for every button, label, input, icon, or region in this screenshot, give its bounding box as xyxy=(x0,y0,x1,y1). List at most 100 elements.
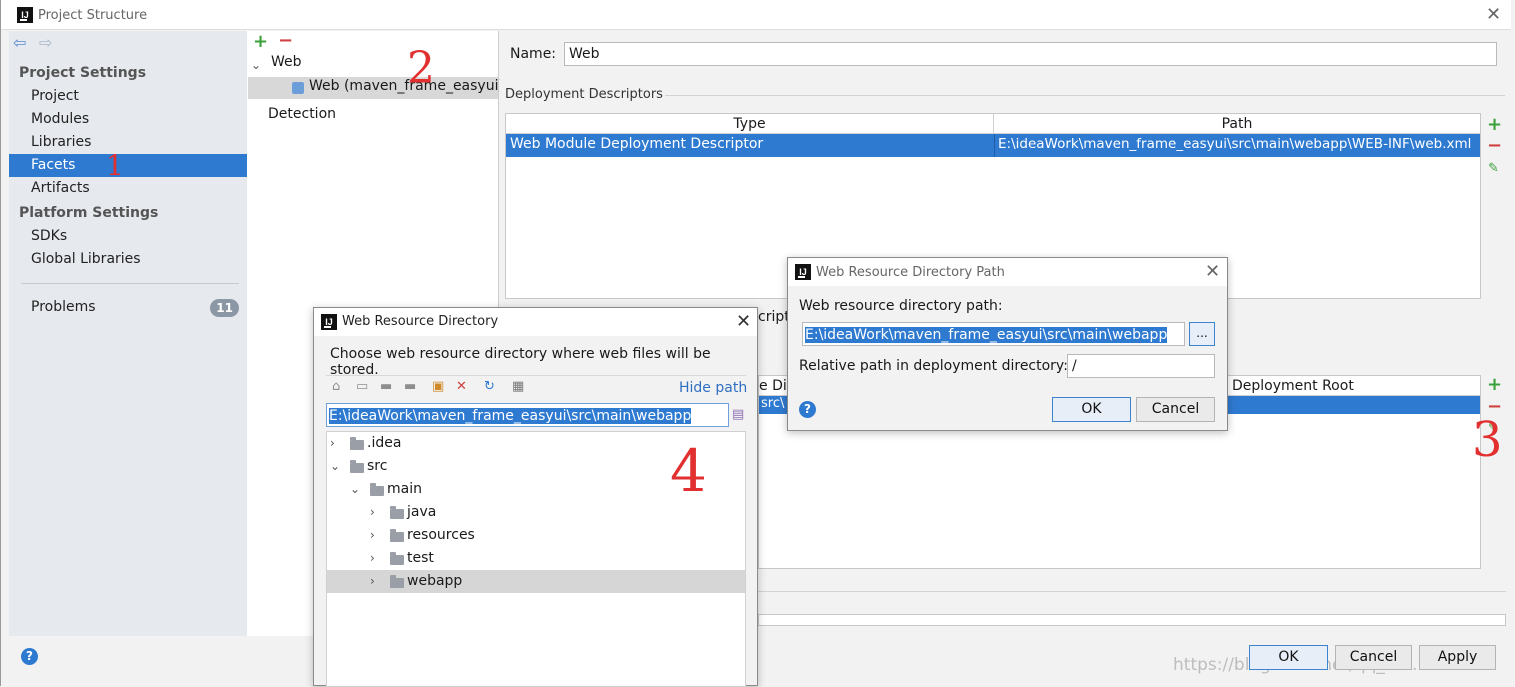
chevron-down-icon[interactable]: ⌄ xyxy=(350,478,360,501)
add-facet-icon[interactable]: + xyxy=(253,33,268,51)
deployment-descriptors-label: Deployment Descriptors xyxy=(505,87,663,102)
history-icon[interactable]: ▤ xyxy=(732,407,744,422)
browse-button[interactable]: ... xyxy=(1189,322,1215,346)
section-divider xyxy=(665,95,1505,96)
chevron-right-icon[interactable]: › xyxy=(370,547,375,570)
dialog-title: Web Resource Directory xyxy=(342,314,499,329)
tree-node-web-module[interactable]: Web (maven_frame_easyui) xyxy=(248,77,504,99)
directory-path-text: E:\ideaWork\maven_frame_easyui\src\main\… xyxy=(329,408,692,424)
relative-path-input[interactable]: / xyxy=(1067,354,1215,378)
add-descriptor-icon[interactable]: + xyxy=(1487,116,1502,134)
apply-button[interactable]: Apply xyxy=(1419,645,1496,670)
dialog-title: Web Resource Directory Path xyxy=(816,265,1005,280)
column-header-type[interactable]: Type xyxy=(506,114,994,134)
hide-path-link[interactable]: Hide path xyxy=(679,380,747,396)
folder-icon xyxy=(390,575,404,588)
tree-node-web[interactable]: Web xyxy=(271,54,302,70)
ok-button[interactable]: OK xyxy=(1249,645,1328,670)
bottom-field xyxy=(758,614,1506,626)
sidebar-item-artifacts[interactable]: Artifacts xyxy=(9,177,247,200)
chevron-right-icon[interactable]: › xyxy=(370,501,375,524)
remove-facet-icon[interactable]: − xyxy=(278,32,293,50)
annotation-3: 3 xyxy=(1472,412,1503,468)
dialog-ok-button[interactable]: OK xyxy=(1052,397,1131,422)
folder-icon xyxy=(350,460,364,473)
bottom-divider xyxy=(758,591,1506,592)
folder-icon xyxy=(390,506,404,519)
home-icon[interactable]: ⌂ xyxy=(332,379,340,394)
chevron-right-icon[interactable]: › xyxy=(370,570,375,593)
dialog-cancel-button[interactable]: Cancel xyxy=(1136,397,1215,422)
sidebar-item-modules[interactable]: Modules xyxy=(9,108,247,131)
chevron-down-icon[interactable]: ⌄ xyxy=(251,58,261,72)
tree-node-test[interactable]: › test xyxy=(327,547,745,570)
sidebar-item-project[interactable]: Project xyxy=(9,85,247,108)
delete-icon[interactable]: ✕ xyxy=(456,379,467,394)
tree-node-resources[interactable]: › resources xyxy=(327,524,745,547)
descriptor-path-cell: E:\ideaWork\maven_frame_easyui\src\main\… xyxy=(998,136,1472,152)
tree-node-label: main xyxy=(387,481,422,497)
back-arrow-icon[interactable]: ⇦ xyxy=(13,33,26,52)
file-chooser-toolbar: ⌂ ▭ ▬ ▬ ▣ ✕ ↻ ▦ xyxy=(328,379,558,399)
remove-descriptor-icon[interactable]: − xyxy=(1487,137,1502,155)
directory-path-input[interactable]: E:\ideaWork\maven_frame_easyui\src\main\… xyxy=(326,403,729,427)
web-facet-icon xyxy=(292,82,304,94)
sidebar-item-facets[interactable]: Facets xyxy=(9,154,247,177)
show-hidden-icon[interactable]: ▦ xyxy=(512,379,524,394)
resource-dir-cell: src\ xyxy=(761,396,785,411)
sidebar-item-problems[interactable]: Problems 11 xyxy=(9,296,247,319)
tree-node-label: src xyxy=(367,458,388,474)
table-row[interactable]: Web Module Deployment Descriptor E:\idea… xyxy=(506,134,1480,157)
cell-divider xyxy=(994,134,995,157)
web-resource-path-text: E:\ideaWork\maven_frame_easyui\src\main\… xyxy=(805,327,1168,343)
web-resource-path-input[interactable]: E:\ideaWork\maven_frame_easyui\src\main\… xyxy=(802,322,1185,346)
folder-icon xyxy=(390,529,404,542)
project-structure-window: IJ Project Structure ✕ ⇦ ⇨ Project Setti… xyxy=(0,0,1515,687)
new-folder-icon[interactable]: ▣ xyxy=(432,379,444,394)
close-icon[interactable]: ✕ xyxy=(736,313,751,331)
tree-node-label: .idea xyxy=(367,435,402,451)
project-settings-header: Project Settings xyxy=(19,65,147,81)
folder-icon xyxy=(350,437,364,450)
chevron-right-icon[interactable]: › xyxy=(370,524,375,547)
chevron-down-icon[interactable]: ⌄ xyxy=(330,455,340,478)
path-label: Web resource directory path: xyxy=(799,298,1003,314)
column-header-deployment-root[interactable]: Deployment Root xyxy=(1224,376,1480,396)
web-resource-directory-dialog: IJ Web Resource Directory ✕ Choose web r… xyxy=(313,307,758,687)
name-label: Name: xyxy=(510,46,557,62)
project-folder-icon[interactable]: ▬ xyxy=(380,379,392,394)
chevron-right-icon[interactable]: › xyxy=(330,432,335,455)
module-folder-icon[interactable]: ▬ xyxy=(404,379,416,394)
column-header-path[interactable]: Path xyxy=(994,114,1480,134)
close-icon[interactable]: ✕ xyxy=(1205,263,1220,281)
annotation-4: 4 xyxy=(670,437,707,505)
forward-arrow-icon[interactable]: ⇨ xyxy=(39,33,52,52)
help-icon[interactable]: ? xyxy=(799,401,816,418)
tree-node-detection[interactable]: Detection xyxy=(268,106,336,122)
sidebar-item-global-libraries[interactable]: Global Libraries xyxy=(9,248,247,271)
dialog-title-bar: IJ Web Resource Directory Path ✕ xyxy=(788,258,1227,286)
platform-settings-header: Platform Settings xyxy=(19,205,159,221)
help-icon[interactable]: ? xyxy=(21,648,38,665)
desktop-icon[interactable]: ▭ xyxy=(356,379,368,394)
dialog-title-bar: IJ Web Resource Directory ✕ xyxy=(314,308,757,336)
intellij-logo-icon: IJ xyxy=(321,314,337,330)
sidebar-divider xyxy=(21,283,239,284)
refresh-icon[interactable]: ↻ xyxy=(484,379,495,394)
tree-node-label: java xyxy=(407,504,437,520)
edit-descriptor-icon[interactable]: ✎ xyxy=(1488,161,1499,176)
folder-icon xyxy=(390,552,404,565)
tree-node-label: test xyxy=(407,550,434,566)
descriptor-type-cell: Web Module Deployment Descriptor xyxy=(510,136,764,152)
sidebar-item-sdks[interactable]: SDKs xyxy=(9,225,247,248)
add-resource-dir-icon[interactable]: + xyxy=(1487,376,1502,394)
sidebar-item-libraries[interactable]: Libraries xyxy=(9,131,247,154)
annotation-2: 2 xyxy=(407,43,435,94)
intellij-logo-icon: IJ xyxy=(17,7,33,23)
window-title: Project Structure xyxy=(38,8,148,23)
partial-descriptor-label: cript xyxy=(758,309,790,325)
tree-node-webapp[interactable]: › webapp xyxy=(327,570,745,593)
facet-name-input[interactable]: Web xyxy=(564,42,1497,66)
close-icon[interactable]: ✕ xyxy=(1486,6,1501,24)
cancel-button[interactable]: Cancel xyxy=(1335,645,1412,670)
